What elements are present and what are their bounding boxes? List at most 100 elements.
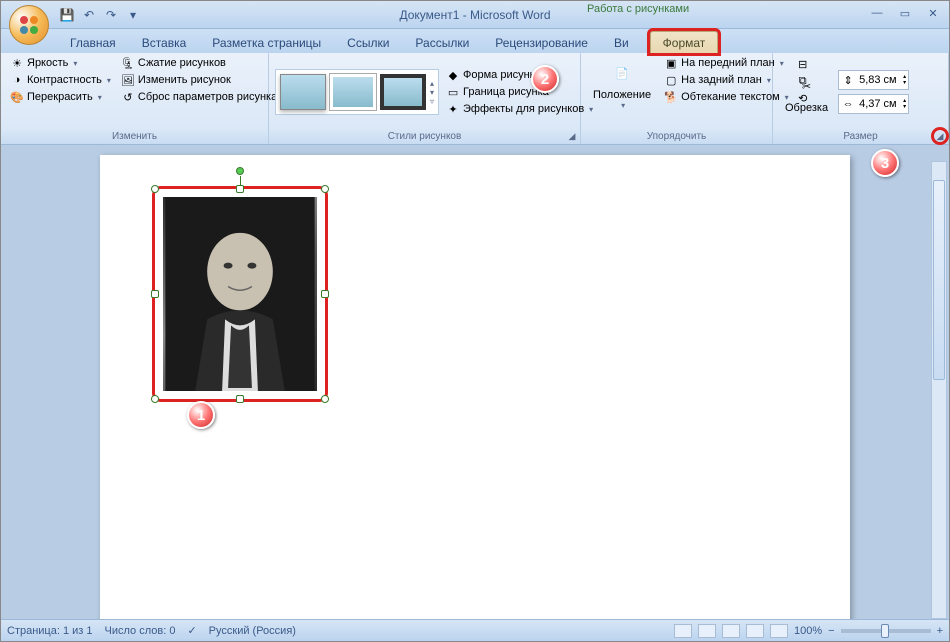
- zoom-in-button[interactable]: +: [937, 625, 943, 637]
- view-web-button[interactable]: [722, 624, 740, 638]
- zoom-value[interactable]: 100%: [794, 625, 822, 637]
- style-thumb-1[interactable]: [280, 74, 326, 110]
- tab-review[interactable]: Рецензирование: [482, 31, 601, 53]
- tab-view[interactable]: Ви: [601, 31, 642, 53]
- resize-handle-tr[interactable]: [321, 185, 329, 193]
- ribbon: ☀Яркость▾ ◑Контрастность▾ 🎨Перекрасить▾ …: [1, 53, 949, 145]
- contrast-icon: ◑: [10, 73, 24, 87]
- gallery-up-icon[interactable]: ▴: [430, 79, 434, 88]
- selected-picture[interactable]: [155, 189, 325, 399]
- resize-handle-bl[interactable]: [151, 395, 159, 403]
- effects-label: Эффекты для рисунков: [463, 103, 584, 115]
- view-outline-button[interactable]: [746, 624, 764, 638]
- picture-content: [163, 197, 317, 391]
- size-dialog-launcher[interactable]: ◢: [934, 130, 946, 142]
- compress-button[interactable]: 🗜Сжатие рисунков: [118, 55, 280, 71]
- close-button[interactable]: ✕: [923, 5, 943, 21]
- brightness-button[interactable]: ☀Яркость▾: [7, 55, 114, 71]
- qat-redo-button[interactable]: ↷: [101, 5, 121, 25]
- group-label-styles: Стили рисунков: [388, 131, 462, 142]
- height-spinner[interactable]: ⇕ 5,83 см ▴▾: [838, 70, 909, 90]
- status-language[interactable]: Русский (Россия): [209, 625, 296, 637]
- height-icon: ⇕: [841, 73, 855, 87]
- bring-front-icon: ▣: [664, 56, 678, 70]
- document-stage: [1, 145, 949, 619]
- resize-handle-b[interactable]: [236, 395, 244, 403]
- zoom-slider[interactable]: [841, 629, 931, 633]
- status-page[interactable]: Страница: 1 из 1: [7, 625, 93, 637]
- status-proofing-icon[interactable]: ✓: [187, 624, 196, 637]
- office-button[interactable]: [9, 5, 49, 45]
- position-button[interactable]: 📄 Положение▾: [587, 55, 657, 112]
- dropdown-icon: ▾: [107, 76, 111, 85]
- styles-dialog-launcher[interactable]: ◢: [566, 130, 578, 142]
- tab-format[interactable]: Формат: [650, 31, 719, 53]
- tab-mailings[interactable]: Рассылки: [402, 31, 482, 53]
- maximize-button[interactable]: ▭: [895, 5, 915, 21]
- resize-handle-r[interactable]: [321, 290, 329, 298]
- spin-down-icon[interactable]: ▾: [903, 80, 906, 86]
- rotation-handle[interactable]: [236, 167, 244, 175]
- annotation-bubble-3: 3: [871, 149, 899, 177]
- zoom-slider-thumb[interactable]: [881, 624, 889, 638]
- brightness-label: Яркость: [27, 57, 68, 69]
- group-label-arrange: Упорядочить: [581, 129, 772, 144]
- wrap-label: Обтекание текстом: [681, 91, 780, 103]
- view-draft-button[interactable]: [770, 624, 788, 638]
- minimize-button[interactable]: —: [867, 5, 887, 21]
- view-reading-button[interactable]: [698, 624, 716, 638]
- qat-undo-button[interactable]: ↶: [79, 5, 99, 25]
- picture-styles-gallery[interactable]: ▴▾▿: [275, 69, 439, 115]
- tab-insert[interactable]: Вставка: [129, 31, 200, 53]
- resize-handle-t[interactable]: [236, 185, 244, 193]
- resize-handle-br[interactable]: [321, 395, 329, 403]
- office-logo-icon: [17, 13, 41, 37]
- reset-picture-button[interactable]: ↺Сброс параметров рисунка: [118, 89, 280, 105]
- portrait-image-icon: [163, 197, 317, 391]
- view-print-layout-button[interactable]: [674, 624, 692, 638]
- vertical-scrollbar[interactable]: [931, 161, 947, 619]
- gallery-down-icon[interactable]: ▾: [430, 88, 434, 97]
- dropdown-icon: ▾: [767, 76, 771, 85]
- change-picture-icon: 🖼: [121, 73, 135, 87]
- compress-label: Сжатие рисунков: [138, 57, 226, 69]
- picture-effects-button[interactable]: ✦Эффекты для рисунков▾: [443, 101, 596, 117]
- style-thumb-2[interactable]: [330, 74, 376, 110]
- group-size: ✂ Обрезка ⇕ 5,83 см ▴▾ ⇔ 4,37 см ▴▾ Разм…: [773, 53, 949, 144]
- document-page[interactable]: [100, 155, 850, 625]
- gallery-more-icon[interactable]: ▿: [430, 97, 434, 106]
- scrollbar-thumb[interactable]: [933, 180, 945, 380]
- resize-handle-tl[interactable]: [151, 185, 159, 193]
- crop-label: Обрезка: [785, 102, 828, 114]
- position-label: Положение: [593, 89, 651, 101]
- recolor-label: Перекрасить: [27, 91, 93, 103]
- style-thumb-3[interactable]: [380, 74, 426, 110]
- tab-home[interactable]: Главная: [57, 31, 129, 53]
- picture-shape-button[interactable]: ◆Форма рисунка: [443, 67, 596, 83]
- recolor-icon: 🎨: [10, 90, 24, 104]
- change-picture-button[interactable]: 🖼Изменить рисунок: [118, 72, 280, 88]
- brightness-icon: ☀: [10, 56, 24, 70]
- picture-border-button[interactable]: ▭Граница рисунка: [443, 84, 596, 100]
- tab-references[interactable]: Ссылки: [334, 31, 402, 53]
- crop-button[interactable]: ✂ Обрезка: [779, 68, 834, 116]
- shape-icon: ◆: [446, 68, 460, 82]
- annotation-bubble-1: 1: [187, 401, 215, 429]
- width-spinner[interactable]: ⇔ 4,37 см ▴▾: [838, 94, 909, 114]
- tab-layout[interactable]: Разметка страницы: [199, 31, 334, 53]
- reset-label: Сброс параметров рисунка: [138, 91, 277, 103]
- group-arrange: 📄 Положение▾ ▣На передний план▾ ▢На задн…: [581, 53, 773, 144]
- recolor-button[interactable]: 🎨Перекрасить ▾: [7, 89, 114, 105]
- status-words[interactable]: Число слов: 0: [105, 625, 176, 637]
- dropdown-icon: ▾: [98, 93, 102, 102]
- contrast-button[interactable]: ◑Контрастность▾: [7, 72, 114, 88]
- quick-access-toolbar: 💾 ↶ ↷ ▾: [57, 5, 143, 25]
- spin-down-icon[interactable]: ▾: [903, 104, 906, 110]
- wrap-icon: 🐕: [664, 90, 678, 104]
- qat-save-button[interactable]: 💾: [57, 5, 77, 25]
- back-label: На задний план: [681, 74, 762, 86]
- group-label-size: Размер: [843, 131, 877, 142]
- zoom-out-button[interactable]: −: [828, 625, 834, 637]
- qat-customize-button[interactable]: ▾: [123, 5, 143, 25]
- resize-handle-l[interactable]: [151, 290, 159, 298]
